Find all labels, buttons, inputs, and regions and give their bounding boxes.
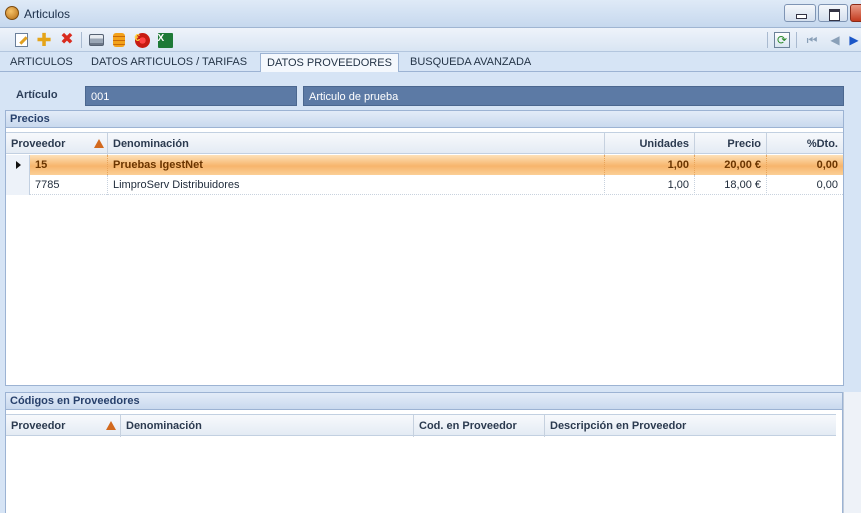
print-button[interactable] xyxy=(87,31,105,49)
column-header-dto[interactable]: %Dto. xyxy=(767,133,843,155)
add-icon: ✚ xyxy=(36,30,52,50)
articulo-code-field[interactable]: 001 xyxy=(85,86,297,106)
cell-proveedor: 15 xyxy=(30,155,108,175)
print-icon xyxy=(88,34,104,46)
minimize-button[interactable] xyxy=(784,4,816,22)
add-button[interactable]: ✚ xyxy=(35,31,53,49)
cell-denominacion: Pruebas IgestNet xyxy=(108,155,605,175)
column-header-unidades[interactable]: Unidades xyxy=(605,133,695,155)
database-icon xyxy=(113,33,125,47)
toolbar-separator xyxy=(796,32,797,48)
cell-dto: 0,00 xyxy=(816,159,838,171)
cell-denominacion: LimproServ Distribuidores xyxy=(108,175,605,195)
euro-icon: € xyxy=(134,32,150,48)
previous-record-button[interactable]: ◀ xyxy=(826,31,844,49)
first-record-button[interactable]: ⏮ xyxy=(803,31,821,49)
excel-export-button[interactable]: X xyxy=(156,31,174,49)
tab-datos-proveedores[interactable]: DATOS PROVEEDORES xyxy=(260,53,399,73)
column-header-descripcion-proveedor[interactable]: Descripción en Proveedor xyxy=(545,415,830,437)
column-header-precio[interactable]: Precio xyxy=(695,133,767,155)
codigos-grid-header: Proveedor Denominación Cod. en Proveedor… xyxy=(6,414,836,437)
edit-icon xyxy=(14,33,28,47)
codigos-grid: Proveedor Denominación Cod. en Proveedor… xyxy=(6,410,842,513)
sort-ascending-icon xyxy=(106,421,116,430)
cell-dto: 0,00 xyxy=(816,179,838,191)
precios-grid-header: Proveedor Denominación Unidades Precio %… xyxy=(6,132,843,155)
cell-proveedor: 7785 xyxy=(30,175,108,195)
column-header-proveedor[interactable]: Proveedor xyxy=(6,415,121,437)
delete-icon: ✖ xyxy=(60,31,74,48)
toolbar-separator xyxy=(81,32,82,48)
precios-grid: Proveedor Denominación Unidades Precio %… xyxy=(6,128,843,385)
edit-button[interactable] xyxy=(12,31,30,49)
title-bar: Articulos xyxy=(0,0,861,28)
next-record-icon: ▶ xyxy=(849,33,859,47)
column-header-denominacion[interactable]: Denominación xyxy=(108,133,605,155)
precios-panel: Precios Proveedor Denominación Unidades … xyxy=(5,110,844,386)
excel-icon: X xyxy=(157,32,173,48)
database-button[interactable] xyxy=(110,31,128,49)
precios-title: Precios xyxy=(6,111,843,128)
delete-button[interactable]: ✖ xyxy=(58,31,76,49)
articulo-description-field[interactable]: Articulo de prueba xyxy=(303,86,844,106)
column-header-proveedor[interactable]: Proveedor xyxy=(6,133,108,155)
tab-datos-articulos-tarifas[interactable]: DATOS ARTICULOS / TARIFAS xyxy=(85,53,253,72)
table-row[interactable]: 7785 LimproServ Distribuidores 1,00 18,0… xyxy=(6,175,843,195)
cell-precio: 18,00 € xyxy=(695,175,767,195)
app-icon xyxy=(5,6,19,20)
cell-precio: 20,00 € xyxy=(695,155,767,175)
cell-unidades: 1,00 xyxy=(605,155,695,175)
row-indicator xyxy=(6,175,30,195)
toolbar: ✚ ✖ € X ⟳ ⏮ ◀ ▶ xyxy=(0,28,861,52)
cell-unidades: 1,00 xyxy=(605,175,695,195)
close-button[interactable] xyxy=(850,4,861,22)
previous-record-icon: ◀ xyxy=(830,33,840,47)
refresh-icon: ⟳ xyxy=(774,32,790,48)
row-indicator xyxy=(6,155,30,175)
table-row[interactable]: 15 Pruebas IgestNet 1,00 20,00 € 0,00 xyxy=(6,155,843,175)
articulo-label: Artículo xyxy=(16,89,58,101)
codigos-panel: Códigos en Proveedores Proveedor Denomin… xyxy=(5,392,843,513)
next-record-button[interactable]: ▶ xyxy=(845,31,861,49)
column-header-denominacion[interactable]: Denominación xyxy=(121,415,414,437)
euro-button[interactable]: € xyxy=(133,31,151,49)
current-row-arrow-icon xyxy=(16,161,21,169)
window-title: Articulos xyxy=(24,7,71,21)
maximize-button[interactable] xyxy=(818,4,848,22)
first-record-icon: ⏮ xyxy=(806,33,818,47)
refresh-button[interactable]: ⟳ xyxy=(773,31,791,49)
codigos-title: Códigos en Proveedores xyxy=(6,393,842,410)
tab-busqueda-avanzada[interactable]: BUSQUEDA AVANZADA xyxy=(404,53,537,72)
sort-ascending-icon xyxy=(94,139,104,148)
toolbar-separator xyxy=(767,32,768,48)
article-header: Artículo 001 Articulo de prueba xyxy=(0,72,861,110)
vertical-scrollbar[interactable] xyxy=(843,392,861,513)
tab-articulos[interactable]: ARTICULOS xyxy=(4,53,79,72)
tab-strip: ARTICULOS DATOS ARTICULOS / TARIFAS DATO… xyxy=(0,52,861,73)
column-header-cod-proveedor[interactable]: Cod. en Proveedor xyxy=(414,415,545,437)
